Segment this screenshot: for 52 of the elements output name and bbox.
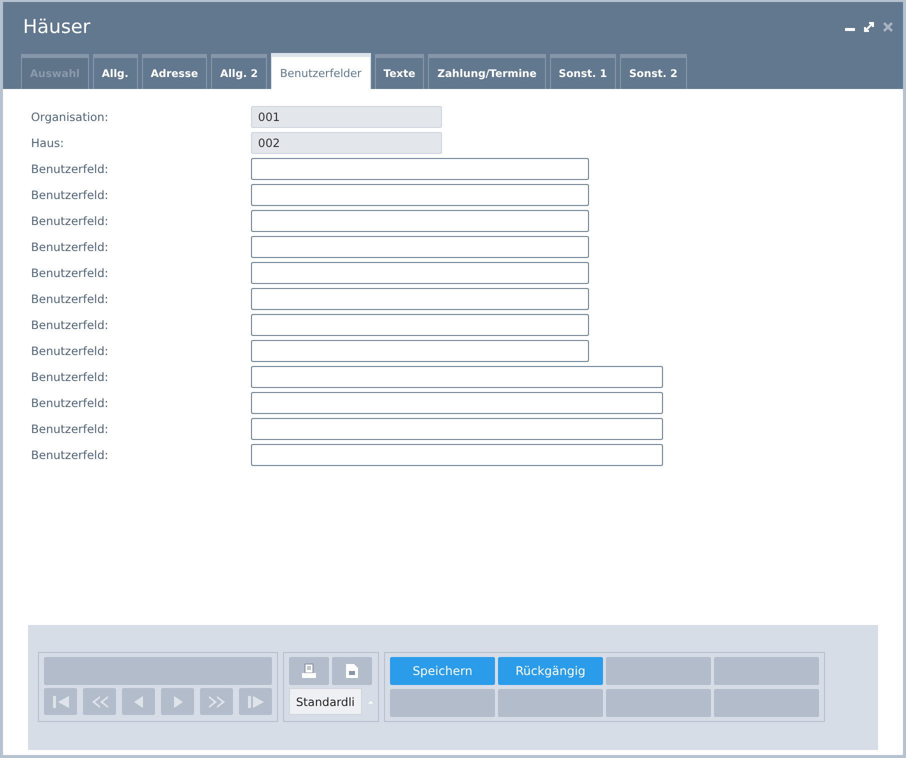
field-label: Benutzerfeld: (30, 162, 110, 176)
input-field[interactable] (251, 366, 663, 388)
document-icon (345, 663, 359, 679)
input-field[interactable] (251, 288, 589, 310)
input-field[interactable] (251, 184, 589, 206)
prev-page-button[interactable] (83, 688, 116, 715)
field-label: Benutzerfeld: (30, 188, 110, 202)
input-field[interactable] (251, 314, 589, 336)
readonly-field: 002 (251, 132, 442, 154)
field-label: Benutzerfeld: (30, 422, 110, 436)
action-button[interactable]: Rückgängig (498, 657, 603, 685)
input-field[interactable] (251, 340, 589, 362)
prev-button[interactable] (122, 688, 155, 715)
printer-icon (301, 663, 317, 679)
print-button[interactable] (289, 657, 329, 685)
tab[interactable]: Sonst. 1 (550, 54, 616, 89)
tab[interactable]: Adresse (142, 54, 208, 89)
input-field[interactable] (251, 158, 589, 180)
field-label: Benutzerfeld: (30, 214, 110, 228)
close-icon[interactable] (883, 22, 893, 32)
window-title: Häuser (22, 16, 90, 38)
tab[interactable]: Allg. (92, 54, 138, 89)
field-label: Benutzerfeld: (30, 370, 110, 384)
tab[interactable]: Sonst. 2 (620, 54, 687, 89)
action-button[interactable]: Speichern (390, 657, 495, 685)
tab[interactable]: Texte (374, 54, 424, 89)
input-field[interactable] (251, 392, 663, 414)
document-button[interactable] (332, 657, 372, 685)
field-label: Benutzerfeld: (30, 344, 110, 358)
field-label: Benutzerfeld: (30, 292, 110, 306)
next-button[interactable] (161, 688, 194, 715)
caret-icon (368, 698, 373, 704)
field-label: Benutzerfeld: (30, 448, 110, 462)
last-button[interactable] (239, 688, 272, 715)
next-page-button[interactable] (200, 688, 233, 715)
readonly-field: 001 (251, 106, 442, 128)
first-button[interactable] (44, 688, 77, 715)
field-label: Benutzerfeld: (30, 318, 110, 332)
field-label: Organisation: (30, 110, 110, 124)
tab[interactable]: Benutzerfelder (270, 53, 371, 89)
tab[interactable]: Allg. 2 (211, 54, 267, 89)
field-label: Haus: (30, 136, 65, 150)
tab[interactable]: Zahlung/Termine (428, 54, 546, 89)
input-field[interactable] (251, 262, 589, 284)
input-field[interactable] (251, 210, 589, 232)
field-label: Benutzerfeld: (30, 240, 110, 254)
input-field[interactable] (251, 236, 589, 258)
field-label: Benutzerfeld: (30, 396, 110, 410)
field-label: Benutzerfeld: (30, 266, 110, 280)
input-field[interactable] (251, 418, 663, 440)
input-field[interactable] (251, 444, 663, 466)
maximize-icon[interactable] (864, 22, 874, 32)
